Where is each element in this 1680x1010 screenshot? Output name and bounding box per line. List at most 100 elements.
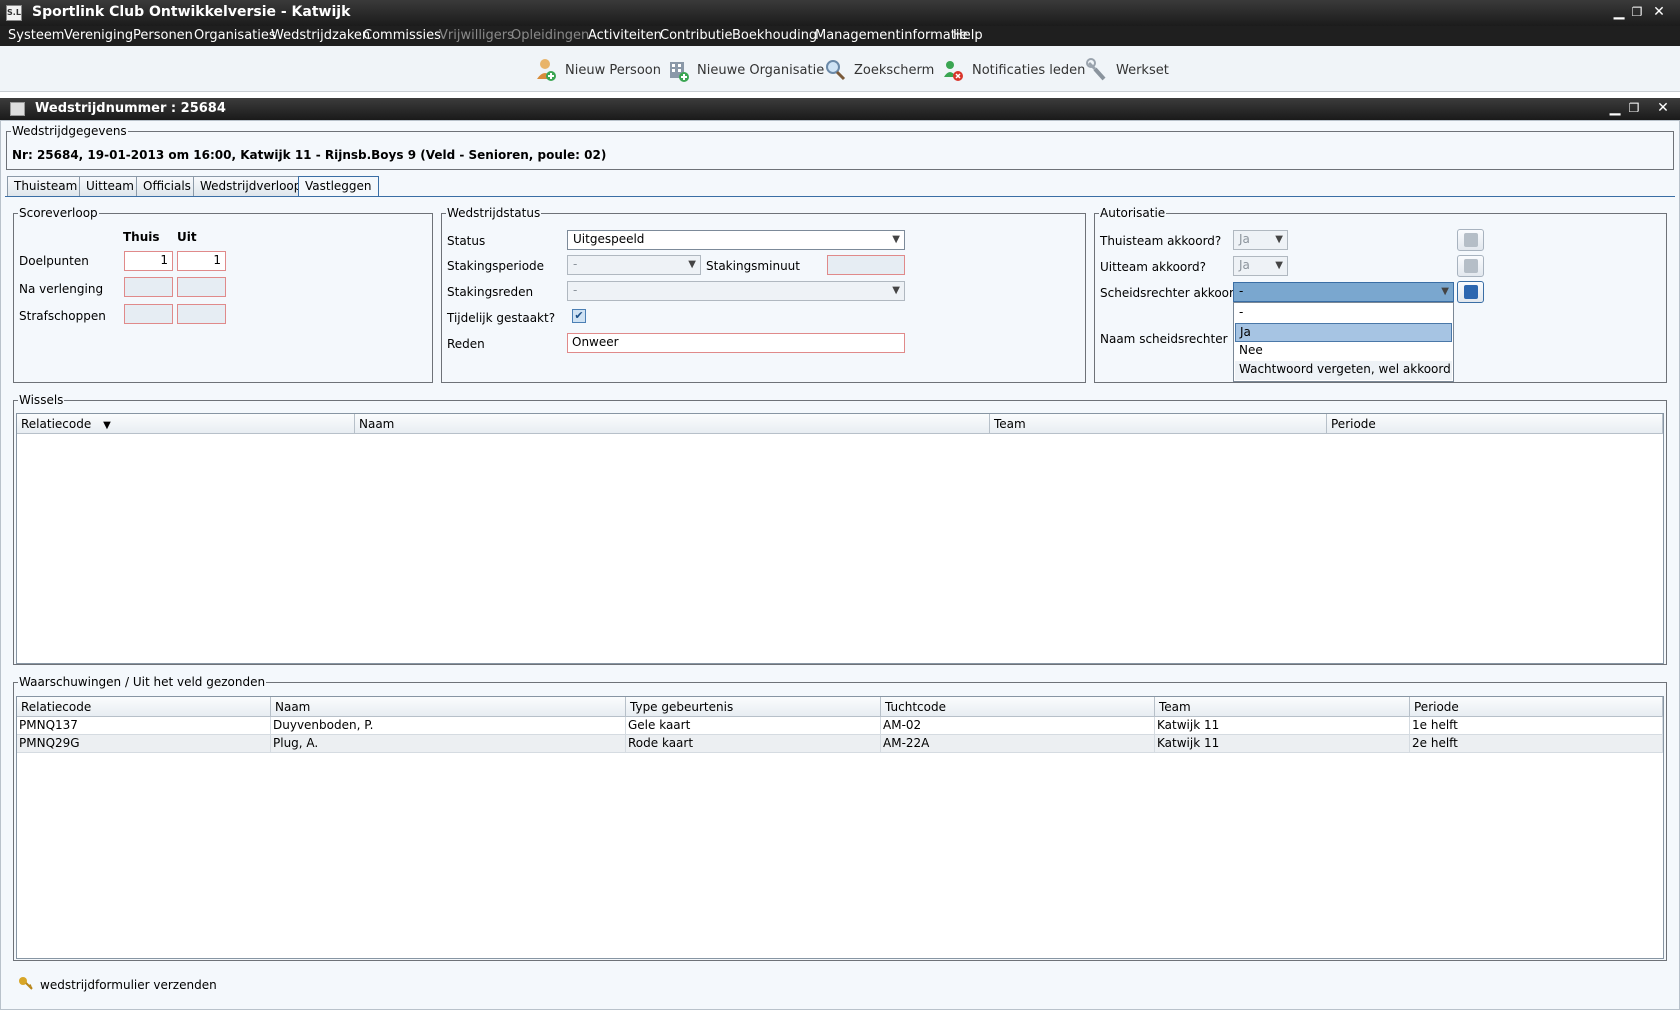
cell-relatiecode: PMNQ137 <box>17 717 271 734</box>
waarschuwingen-col-tuchtcode[interactable]: Tuchtcode <box>881 697 1155 717</box>
menu-organisaties[interactable]: Organisaties <box>194 28 276 43</box>
strafschoppen-thuis-input[interactable] <box>124 304 173 324</box>
window-minimize-icon[interactable]: ▁ <box>1606 99 1624 117</box>
doelpunten-uit-input[interactable]: 1 <box>177 251 226 271</box>
organisation-add-icon <box>667 57 689 83</box>
menu-vereniging[interactable]: Vereniging <box>64 28 133 43</box>
uitteam-akkoord-label: Uitteam akkoord? <box>1100 260 1206 274</box>
nieuw-persoon-button[interactable]: Nieuw Persoon <box>535 50 661 90</box>
col-thuis-header: Thuis <box>123 230 160 244</box>
wissels-col-team[interactable]: Team <box>990 414 1327 434</box>
stakingsreden-select[interactable]: - ▼ <box>567 281 905 301</box>
uitteam-save-button[interactable] <box>1457 255 1484 277</box>
wedstrijdformulier-verzenden-button[interactable]: wedstrijdformulier verzenden <box>18 976 217 993</box>
notificaties-leden-button[interactable]: Notificaties leden <box>942 50 1085 90</box>
menu-contributie[interactable]: Contributie <box>660 28 733 43</box>
table-row[interactable]: PMNQ29G Plug, A. Rode kaart AM-22A Katwi… <box>17 735 1663 753</box>
sort-desc-icon: ▼ <box>103 420 111 431</box>
wedstrijdformulier-verzenden-label: wedstrijdformulier verzenden <box>40 977 217 992</box>
zoekscherm-label: Zoekscherm <box>854 62 935 78</box>
scheidsrechter-save-button[interactable] <box>1457 281 1484 303</box>
cell-relatiecode: PMNQ29G <box>17 735 271 752</box>
wissels-col-naam[interactable]: Naam <box>355 414 990 434</box>
menu-vrijwilligers: Vrijwilligers <box>439 28 514 43</box>
menu-systeem[interactable]: Systeem <box>8 28 64 43</box>
magnifier-icon <box>824 57 846 83</box>
window-close-icon[interactable]: ✕ <box>1654 99 1672 117</box>
verlenging-uit-input[interactable] <box>177 277 226 297</box>
nieuwe-organisatie-button[interactable]: Nieuwe Organisatie <box>667 50 824 90</box>
close-icon[interactable]: ✕ <box>1650 3 1668 21</box>
menu-help[interactable]: Help <box>953 28 983 43</box>
cell-periode: 1e helft <box>1410 717 1663 734</box>
wissels-col-relatiecode[interactable]: Relatiecode ▼ <box>17 414 355 434</box>
save-disk-icon <box>1464 233 1478 247</box>
menu-boekhouding[interactable]: Boekhouding <box>732 28 817 43</box>
verlenging-thuis-input[interactable] <box>124 277 173 297</box>
app-title: Sportlink Club Ontwikkelversie - Katwijk <box>32 4 351 20</box>
dropdown-option-nee[interactable]: Nee <box>1235 342 1452 361</box>
wedstrijdgegevens-legend: Wedstrijdgegevens <box>12 124 127 138</box>
stakingsperiode-select[interactable]: - ▼ <box>567 255 701 275</box>
reden-input[interactable]: Onweer <box>567 333 905 353</box>
window-title: Wedstrijdnummer : 25684 <box>35 101 226 116</box>
cell-tuchtcode: AM-22A <box>881 735 1155 752</box>
wissels-col-periode[interactable]: Periode <box>1327 414 1663 434</box>
werkset-label: Werkset <box>1116 62 1169 78</box>
save-disk-icon <box>1464 259 1478 273</box>
waarschuwingen-col-periode[interactable]: Periode <box>1410 697 1663 717</box>
dropdown-option-dash[interactable]: - <box>1235 304 1452 323</box>
menu-personen[interactable]: Personen <box>133 28 193 43</box>
status-select[interactable]: Uitgespeeld ▼ <box>567 230 905 250</box>
key-icon <box>18 976 34 993</box>
waarschuwingen-col-team[interactable]: Team <box>1155 697 1410 717</box>
zoekscherm-button[interactable]: Zoekscherm <box>824 50 934 90</box>
tab-wedstrijdverloop[interactable]: Wedstrijdverloop <box>193 176 309 196</box>
tab-thuisteam[interactable]: Thuisteam <box>7 176 85 196</box>
tab-officials[interactable]: Officials <box>136 176 198 196</box>
minimize-icon[interactable]: ▁ <box>1610 3 1628 21</box>
tijdelijk-gestaakt-checkbox[interactable]: ✔ <box>572 309 586 323</box>
cell-type: Gele kaart <box>626 717 881 734</box>
menu-commissies[interactable]: Commissies <box>363 28 441 43</box>
menu-wedstrijdzaken[interactable]: Wedstrijdzaken <box>271 28 370 43</box>
table-row[interactable]: PMNQ137 Duyvenboden, P. Gele kaart AM-02… <box>17 717 1663 735</box>
menu-bar: Systeem Vereniging Personen Organisaties… <box>0 26 1680 46</box>
waarschuwingen-table[interactable]: Relatiecode Naam Type gebeurtenis Tuchtc… <box>16 696 1664 959</box>
notificaties-leden-label: Notificaties leden <box>972 62 1086 78</box>
dropdown-option-wachtwoord-vergeten[interactable]: Wachtwoord vergeten, wel akkoord <box>1235 361 1452 380</box>
menu-managementinformatie[interactable]: Managementinformatie <box>815 28 967 43</box>
na-verlenging-label: Na verlenging <box>19 282 104 296</box>
cell-naam: Duyvenboden, P. <box>271 717 626 734</box>
stakingsreden-label: Stakingsreden <box>447 285 534 299</box>
cell-naam: Plug, A. <box>271 735 626 752</box>
wissels-legend: Wissels <box>19 393 64 407</box>
dropdown-option-ja[interactable]: Ja <box>1235 323 1452 342</box>
restore-icon[interactable]: ❐ <box>1628 3 1646 21</box>
chevron-down-icon: ▼ <box>1275 260 1283 271</box>
window-restore-icon[interactable]: ❐ <box>1625 99 1643 117</box>
thuisteam-akkoord-value: Ja <box>1239 232 1250 246</box>
wissels-col-relatiecode-label: Relatiecode <box>21 417 92 431</box>
chevron-down-icon: ▼ <box>1275 234 1283 245</box>
match-summary: Nr: 25684, 19-01-2013 om 16:00, Katwijk … <box>12 148 607 162</box>
menu-activiteiten[interactable]: Activiteiten <box>588 28 662 43</box>
waarschuwingen-col-type[interactable]: Type gebeurtenis <box>626 697 881 717</box>
tab-uitteam[interactable]: Uitteam <box>79 176 141 196</box>
wissels-table[interactable]: Relatiecode ▼ Naam Team Periode <box>16 413 1664 664</box>
cell-type: Rode kaart <box>626 735 881 752</box>
thuisteam-akkoord-select[interactable]: Ja ▼ <box>1233 230 1288 250</box>
nieuw-persoon-label: Nieuw Persoon <box>565 62 661 78</box>
stakingsminuut-input[interactable] <box>827 255 905 275</box>
scheidsrechter-akkoord-select[interactable]: - ▼ <box>1233 282 1454 302</box>
strafschoppen-uit-input[interactable] <box>177 304 226 324</box>
tab-vastleggen[interactable]: Vastleggen <box>298 176 379 197</box>
waarschuwingen-col-naam[interactable]: Naam <box>271 697 626 717</box>
waarschuwingen-col-relatiecode[interactable]: Relatiecode <box>17 697 271 717</box>
app-logo-icon: S.L <box>6 5 22 21</box>
uitteam-akkoord-select[interactable]: Ja ▼ <box>1233 256 1288 276</box>
werkset-button[interactable]: Werkset <box>1086 50 1169 90</box>
doelpunten-thuis-input[interactable]: 1 <box>124 251 173 271</box>
thuisteam-save-button[interactable] <box>1457 229 1484 251</box>
doelpunten-label: Doelpunten <box>19 254 89 268</box>
